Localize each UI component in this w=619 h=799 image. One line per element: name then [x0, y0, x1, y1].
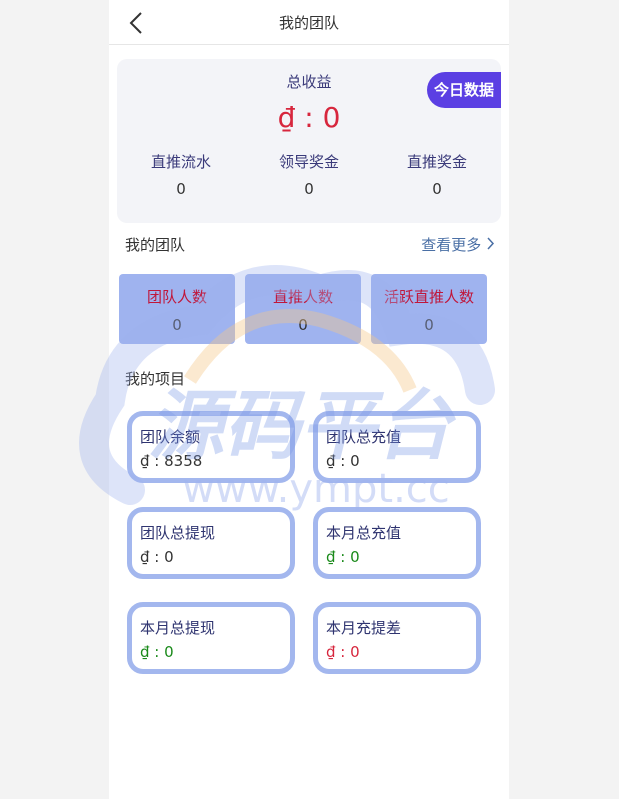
header-bar: 我的团队 — [109, 0, 509, 45]
card-label: 团队人数 — [146, 288, 207, 306]
card-value: ₫ : 0 — [326, 548, 360, 566]
stat-value: 0 — [176, 180, 186, 198]
stat-direct-flow: 直推流水 0 — [117, 151, 245, 198]
team-count-card[interactable]: 团队人数 0 — [119, 274, 235, 344]
earnings-summary: 总收益 ₫ : 0 今日数据 直推流水 0 领导奖金 0 直推奖金 0 — [117, 59, 501, 223]
direct-count-card[interactable]: 直推人数 0 — [245, 274, 361, 344]
stat-label: 直推流水 — [150, 153, 211, 171]
card-value: ₫ : 0 — [326, 452, 360, 470]
card-value: 0 — [298, 316, 308, 334]
card-label: 直推人数 — [272, 288, 333, 306]
card-value: 0 — [172, 316, 182, 334]
app-screen: 我的团队 总收益 ₫ : 0 今日数据 直推流水 0 领导奖金 0 直推奖金 0… — [109, 0, 509, 799]
card-value: ₫ : 8358 — [140, 452, 203, 470]
month-total-recharge-card[interactable]: 本月总充值 ₫ : 0 — [313, 507, 481, 579]
view-more-label: 查看更多 — [421, 236, 482, 254]
team-total-withdraw-card[interactable]: 团队总提现 ₫ : 0 — [127, 507, 295, 579]
stat-label: 直推奖金 — [406, 153, 467, 171]
card-label: 团队余额 — [140, 428, 201, 446]
card-value: ₫ : 0 — [140, 643, 174, 661]
team-total-recharge-card[interactable]: 团队总充值 ₫ : 0 — [313, 411, 481, 483]
card-value: ₫ : 0 — [140, 548, 174, 566]
stat-value: 0 — [432, 180, 442, 198]
card-label: 活跃直推人数 — [383, 288, 474, 306]
stat-leader-bonus: 领导奖金 0 — [245, 151, 373, 198]
today-data-button[interactable]: 今日数据 — [427, 72, 501, 108]
team-section-title: 我的团队 — [125, 236, 186, 254]
view-more-link[interactable]: 查看更多 — [421, 234, 495, 255]
active-direct-count-card[interactable]: 活跃直推人数 0 — [371, 274, 487, 344]
page-title: 我的团队 — [278, 14, 339, 32]
card-label: 本月总充值 — [326, 524, 402, 542]
card-label: 团队总提现 — [140, 524, 216, 542]
stat-value: 0 — [304, 180, 314, 198]
card-label: 本月充提差 — [326, 619, 402, 637]
card-value: ₫ : 0 — [326, 643, 360, 661]
projects-section-title: 我的项目 — [125, 370, 186, 388]
stat-label: 领导奖金 — [278, 153, 339, 171]
chevron-right-icon — [487, 237, 495, 250]
month-total-withdraw-card[interactable]: 本月总提现 ₫ : 0 — [127, 602, 295, 674]
team-balance-card[interactable]: 团队余额 ₫ : 8358 — [127, 411, 295, 483]
card-label: 本月总提现 — [140, 619, 216, 637]
month-recharge-withdraw-diff-card[interactable]: 本月充提差 ₫ : 0 — [313, 602, 481, 674]
stat-direct-bonus: 直推奖金 0 — [373, 151, 501, 198]
card-label: 团队总充值 — [326, 428, 402, 446]
card-value: 0 — [424, 316, 434, 334]
